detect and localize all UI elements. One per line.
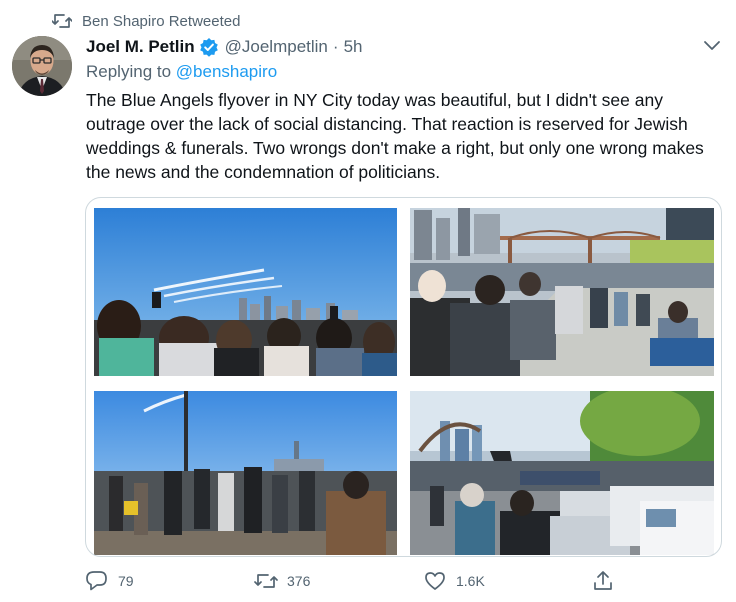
media-grid — [85, 197, 722, 557]
reply-button[interactable]: 79 — [84, 568, 134, 594]
tweet[interactable]: Ben Shapiro Retweeted Joel M. Petlin @Jo… — [0, 0, 736, 602]
verified-icon — [199, 37, 219, 57]
author-handle[interactable]: @Joelmpetlin — [225, 37, 328, 57]
chevron-down-icon[interactable] — [700, 36, 724, 56]
share-button[interactable] — [590, 568, 624, 594]
avatar[interactable] — [12, 36, 72, 96]
retweeted-by-text: Ben Shapiro Retweeted — [82, 12, 241, 30]
tweet-actions: 79 376 1.6K — [0, 568, 736, 594]
retweet-icon — [253, 568, 279, 594]
tweet-header: Joel M. Petlin @Joelmpetlin · 5h — [86, 35, 362, 59]
photo-pier-onlookers[interactable] — [94, 391, 397, 555]
reply-count: 79 — [118, 573, 134, 589]
tweet-text: The Blue Angels flyover in NY City today… — [86, 90, 704, 182]
share-icon — [590, 568, 616, 594]
like-count: 1.6K — [456, 573, 485, 589]
reply-mention[interactable]: @benshapiro — [176, 62, 277, 81]
header-separator: · — [332, 37, 339, 56]
retweeted-by[interactable]: Ben Shapiro Retweeted — [52, 10, 240, 32]
retweet-count: 376 — [287, 573, 311, 589]
like-button[interactable]: 1.6K — [422, 568, 485, 594]
tweet-time[interactable]: 5h — [344, 37, 363, 57]
reply-icon — [84, 568, 110, 594]
reply-context: Replying to @benshapiro — [86, 62, 277, 82]
reply-prefix: Replying to — [86, 62, 176, 81]
retweet-button[interactable]: 376 — [253, 568, 310, 594]
retweet-icon — [52, 12, 72, 30]
author-name[interactable]: Joel M. Petlin — [86, 37, 195, 57]
like-icon — [422, 568, 448, 594]
photo-flyover-crowd[interactable] — [94, 208, 397, 376]
photo-waterfront-crowd[interactable] — [410, 208, 714, 376]
photo-street-crowd[interactable] — [410, 391, 714, 555]
